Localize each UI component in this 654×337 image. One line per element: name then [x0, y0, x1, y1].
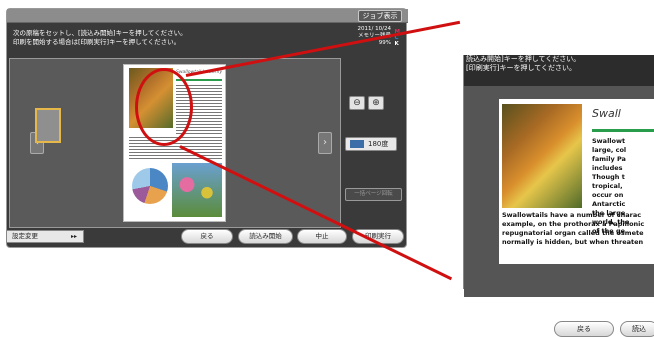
page-rotate-all-button[interactable]: 一括ページ回転 — [345, 188, 402, 201]
zoom-in-icon[interactable]: ⊕ — [368, 96, 384, 110]
instruction-message: 次の原稿をセットし、[読込み開始]キーを押してください。 印刷を開始する場合は[… — [13, 29, 187, 47]
zoomed-read-button[interactable]: 読込 — [620, 321, 654, 337]
zoomed-butterfly-image — [502, 104, 582, 208]
page-thumbnail-selected[interactable] — [35, 108, 61, 143]
zoomed-message-line-2: [印刷実行]キーを押してください。 — [466, 64, 577, 72]
next-page-arrow-icon[interactable]: › — [318, 132, 332, 154]
rotate-180-button[interactable]: 180度 — [345, 137, 397, 151]
callout-ellipse — [135, 68, 193, 146]
message-line-1: 次の原稿をセットし、[読込み開始]キーを押してください。 — [13, 29, 187, 37]
zoom-out-icon[interactable]: ⊖ — [349, 96, 365, 110]
zoomed-back-button[interactable]: 戻る — [554, 321, 614, 337]
zoomed-document: Swall Swallowt large, col family Pa incl… — [499, 99, 654, 264]
message-line-2: 印刷を開始する場合は[印刷実行]キーを押してください。 — [13, 38, 181, 46]
stop-button[interactable]: 中止 — [297, 229, 347, 244]
datetime: 2011/ 10/24 — [357, 26, 391, 32]
zoomed-title: Swall — [592, 107, 621, 120]
zoomed-title-underline — [592, 129, 654, 132]
top-bar: ジョブ表示 — [7, 9, 408, 23]
back-button[interactable]: 戻る — [181, 229, 233, 244]
zoomed-message: 読込み開始]キーを押してください。 [印刷実行]キーを押してください。 — [466, 55, 580, 73]
zoomed-inset: 読込み開始]キーを押してください。 [印刷実行]キーを押してください。 Swal… — [463, 55, 654, 337]
job-display-button[interactable]: ジョブ表示 — [358, 10, 402, 22]
start-read-button[interactable]: 読込み開始 — [238, 229, 293, 244]
chevron-right-icon: ▸▸ — [70, 233, 77, 240]
settings-change-button[interactable]: 設定変更 ▸▸ — [6, 230, 84, 243]
zoomed-message-line-1: 読込み開始]キーを押してください。 — [466, 55, 581, 63]
pie-chart-image — [132, 168, 168, 204]
toner-k: K — [394, 41, 399, 47]
settings-label: 設定変更 — [12, 232, 38, 240]
zoomed-body-text: Swallowtails have a number of charac exa… — [502, 211, 645, 246]
flowers-image — [172, 163, 222, 217]
